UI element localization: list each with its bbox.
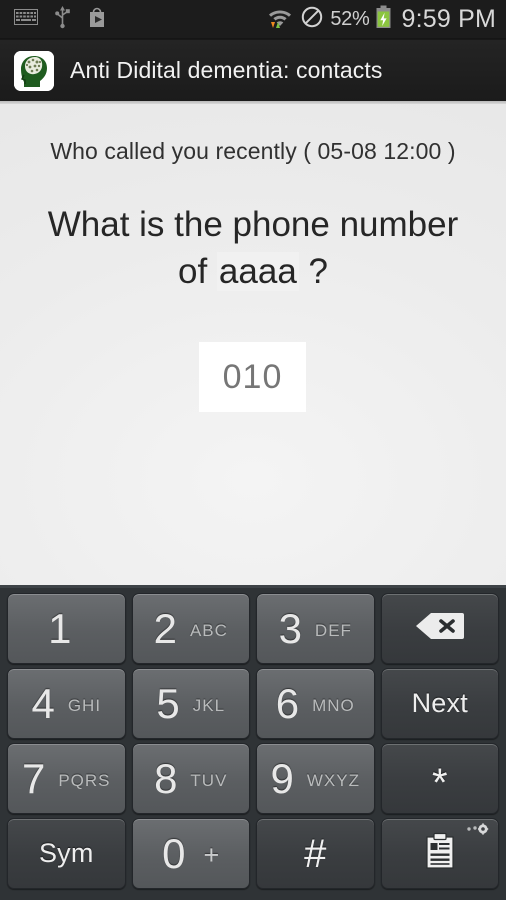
key-hash[interactable]: #	[256, 818, 375, 889]
action-bar: Anti Didital dementia: contacts	[0, 40, 506, 101]
key-next-label: Next	[411, 688, 468, 718]
clipboard-icon	[423, 832, 457, 875]
status-bar-right-icons: 52% 9:59 PM	[266, 4, 496, 35]
key-9[interactable]: 9 WXYZ	[256, 743, 375, 814]
key-6[interactable]: 6 MNO	[256, 668, 375, 739]
prompt-label: Who called you recently ( 05-08 12:00 )	[50, 138, 456, 164]
content-area: Who called you recently ( 05-08 12:00 ) …	[0, 104, 506, 585]
question-suffix: ?	[298, 251, 328, 291]
status-bar-clock: 9:59 PM	[401, 4, 496, 33]
keyboard-row-3: 7 PQRS 8 TUV 9 WXYZ *	[7, 743, 499, 814]
key-sym[interactable]: Sym	[7, 818, 126, 889]
backspace-icon	[414, 611, 466, 646]
key-1[interactable]: 1	[7, 593, 126, 664]
key-2-letters: ABC	[189, 620, 228, 640]
numeric-keyboard: 1 2 ABC 3 DEF 4 GHI 5 JKL 6 MNO Next 7 P…	[0, 585, 506, 900]
status-bar-left-icons	[14, 5, 107, 34]
keyboard-row-4: Sym 0 + #	[7, 818, 499, 889]
key-7-digit: 7	[21, 754, 46, 802]
keyboard-row-2: 4 GHI 5 JKL 6 MNO Next	[7, 668, 499, 739]
key-hash-label: #	[304, 831, 327, 876]
keyboard-icon	[14, 8, 38, 30]
keyboard-settings-gear[interactable]	[466, 823, 492, 835]
key-8-digit: 8	[154, 754, 178, 802]
key-7[interactable]: 7 PQRS	[7, 743, 126, 814]
key-9-letters: WXYZ	[306, 770, 360, 790]
key-0-digit: 0	[162, 829, 186, 877]
key-sym-label: Sym	[38, 838, 94, 868]
key-2-digit: 2	[153, 604, 177, 652]
key-7-letters: PQRS	[58, 770, 111, 790]
key-3[interactable]: 3 DEF	[256, 593, 375, 664]
status-bar: 52% 9:59 PM	[0, 0, 506, 38]
key-8[interactable]: 8 TUV	[131, 743, 250, 814]
key-5-digit: 5	[156, 679, 180, 727]
key-3-digit: 3	[278, 604, 302, 652]
key-8-letters: TUV	[190, 770, 228, 790]
key-next[interactable]: Next	[380, 668, 499, 739]
key-6-letters: MNO	[312, 695, 355, 715]
answer-input[interactable]: 010	[199, 342, 306, 412]
key-1-digit: 1	[48, 604, 72, 652]
key-5-letters: JKL	[192, 695, 226, 715]
key-asterisk-label: *	[431, 760, 448, 805]
question-label: What is the phone number of aaaa ?	[3, 202, 503, 295]
battery-charging-icon	[375, 5, 392, 34]
question-line2-prefix: of	[178, 251, 217, 291]
key-5[interactable]: 5 JKL	[131, 668, 250, 739]
battery-percent-label: 52%	[330, 8, 370, 30]
key-4[interactable]: 4 GHI	[7, 668, 126, 739]
do-not-disturb-icon	[300, 5, 324, 34]
key-6-digit: 6	[275, 679, 300, 727]
answer-input-value: 010	[222, 357, 283, 396]
question-line1: What is the phone number	[47, 205, 459, 244]
key-asterisk[interactable]: *	[380, 743, 499, 814]
question-contact-name: aaaa	[216, 251, 299, 291]
wifi-data-icon	[266, 4, 294, 35]
key-0[interactable]: 0 +	[131, 818, 250, 889]
page-title: Anti Didital dementia: contacts	[70, 57, 383, 83]
play-store-icon	[87, 6, 107, 33]
key-4-letters: GHI	[67, 695, 102, 715]
key-2[interactable]: 2 ABC	[131, 593, 250, 664]
key-backspace[interactable]	[380, 593, 499, 664]
key-4-digit: 4	[31, 679, 55, 727]
key-0-plus: +	[203, 839, 220, 870]
phone-screen: 52% 9:59 PM Anti Didital dementia: conta…	[0, 0, 506, 900]
key-9-digit: 9	[270, 754, 294, 802]
key-3-letters: DEF	[314, 620, 352, 640]
key-clipboard[interactable]	[380, 818, 499, 889]
usb-icon	[54, 5, 71, 34]
keyboard-row-1: 1 2 ABC 3 DEF	[7, 593, 499, 664]
brain-head-app-icon[interactable]	[14, 50, 54, 91]
